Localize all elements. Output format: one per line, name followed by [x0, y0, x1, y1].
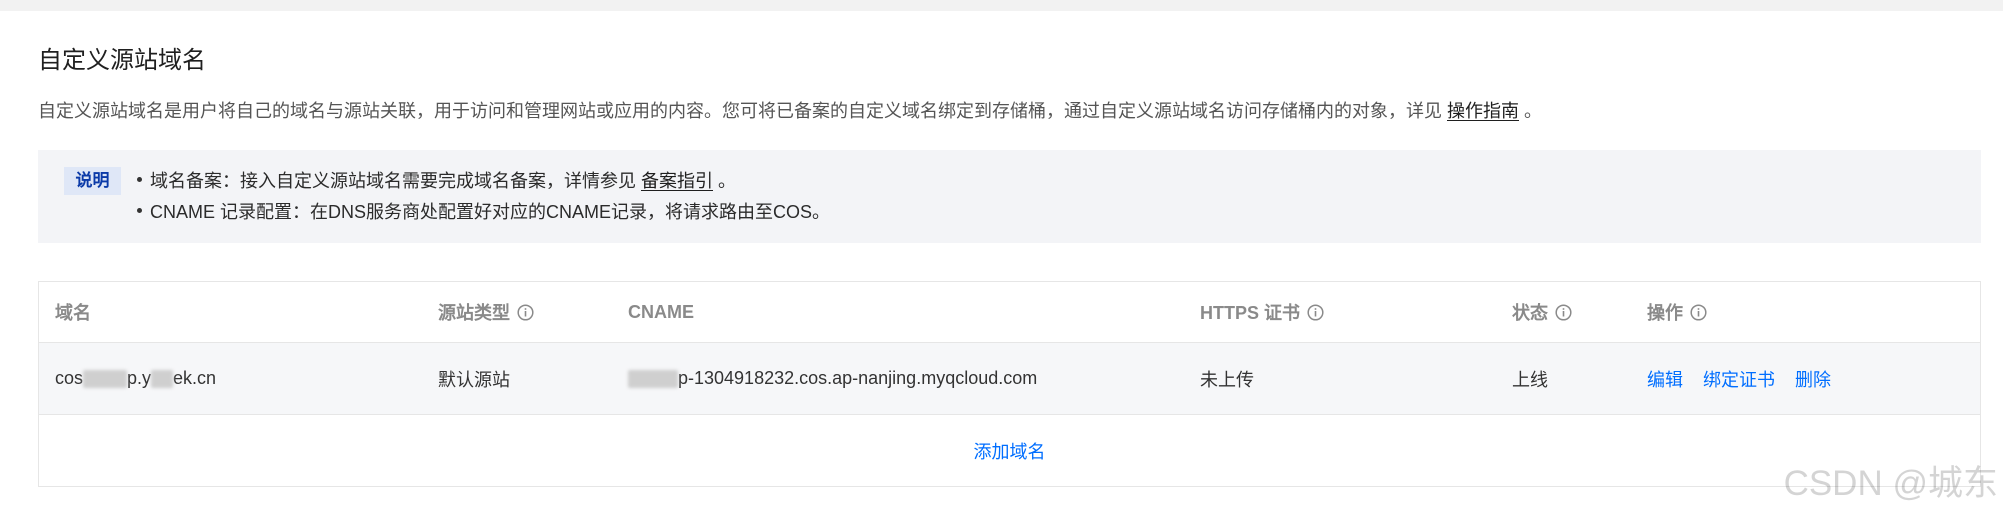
info-icon[interactable]	[517, 303, 534, 321]
domain-text-part: cos	[55, 368, 84, 388]
column-header-https-cert: HTTPS 证书	[1200, 282, 1324, 342]
info-icon[interactable]	[1307, 303, 1324, 321]
notice-box: 说明 域名备案：接入自定义源站域名需要完成域名备案，详情参见 备案指引 。 CN…	[38, 150, 1981, 243]
column-label: 状态	[1512, 303, 1548, 323]
column-header-cname: CNAME	[628, 282, 694, 342]
column-label: 源站类型	[438, 303, 510, 323]
description-text: 自定义源站域名是用户将自己的域名与源站关联，用于访问和管理网站或应用的内容。您可…	[38, 101, 1447, 121]
domain-cell: cos p.y ek.cn	[55, 343, 216, 414]
bullet-icon	[137, 207, 142, 213]
domain-text-part: ek.cn	[173, 368, 217, 388]
cname-cell: p-1304918232.cos.ap-nanjing.myqcloud.com	[628, 343, 1037, 414]
status-cell: 上线	[1512, 369, 1548, 390]
column-label: 域名	[55, 303, 91, 323]
table-header: 域名 源站类型 CNAME HTTPS 证书 状态 操作	[39, 282, 1980, 343]
watermark: CSDN @城东	[1783, 464, 1998, 503]
notice-item-text: CNAME 记录配置：在DNS服务商处配置好对应的CNAME记录，将请求路由至C…	[150, 202, 831, 222]
column-label: 操作	[1647, 303, 1683, 323]
https-cert-cell: 未上传	[1200, 369, 1254, 390]
bind-certificate-button[interactable]: 绑定证书	[1703, 366, 1775, 392]
notice-badge: 说明	[64, 167, 121, 195]
column-header-actions: 操作	[1647, 282, 1707, 342]
edit-button[interactable]: 编辑	[1647, 366, 1683, 392]
column-label: CNAME	[628, 301, 694, 322]
cname-text: p-1304918232.cos.ap-nanjing.myqcloud.com	[678, 368, 1038, 388]
notice-item-suffix: 。	[713, 171, 737, 191]
page-description: 自定义源站域名是用户将自己的域名与源站关联，用于访问和管理网站或应用的内容。您可…	[38, 99, 1542, 123]
origin-type-cell: 默认源站	[438, 369, 510, 390]
notice-item-text: 域名备案：接入自定义源站域名需要完成域名备案，详情参见	[150, 171, 641, 191]
page-title: 自定义源站域名	[38, 47, 206, 74]
operation-guide-link[interactable]: 操作指南	[1447, 101, 1519, 121]
domain-text-part: p.y	[127, 368, 152, 388]
top-bar	[0, 0, 2003, 11]
bullet-icon	[137, 176, 142, 182]
redacted-mask	[151, 369, 174, 388]
domain-table: 域名 源站类型 CNAME HTTPS 证书 状态 操作 cos p.y ek.…	[38, 281, 1981, 487]
delete-button[interactable]: 删除	[1795, 366, 1831, 392]
column-header-origin-type: 源站类型	[438, 282, 534, 342]
table-row: cos p.y ek.cn 默认源站 p-1304918232.cos.ap-n…	[39, 343, 1980, 415]
add-domain-button[interactable]: 添加域名	[39, 415, 1980, 486]
description-suffix: 。	[1519, 101, 1543, 121]
notice-item-filing: 域名备案：接入自定义源站域名需要完成域名备案，详情参见 备案指引 。	[137, 169, 736, 193]
redacted-mask	[628, 369, 678, 388]
info-icon[interactable]	[1555, 303, 1572, 321]
actions-cell: 编辑 绑定证书 删除	[1647, 343, 1851, 414]
filing-guide-link[interactable]: 备案指引	[641, 171, 713, 191]
notice-item-cname: CNAME 记录配置：在DNS服务商处配置好对应的CNAME记录，将请求路由至C…	[137, 200, 830, 224]
column-header-status: 状态	[1512, 282, 1572, 342]
redacted-mask	[83, 369, 128, 388]
add-row: 添加域名	[39, 415, 1980, 486]
info-icon[interactable]	[1690, 303, 1707, 321]
column-header-domain: 域名	[55, 282, 91, 342]
column-label: HTTPS 证书	[1200, 303, 1301, 323]
